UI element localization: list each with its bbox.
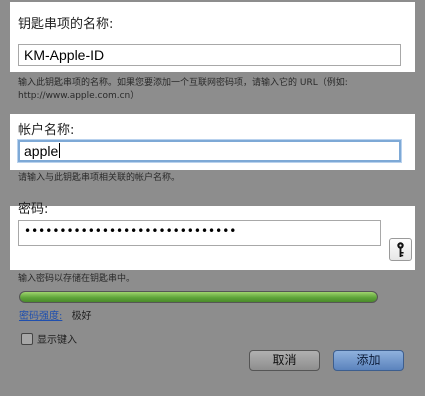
key-icon (397, 242, 404, 257)
password-assistant-button[interactable] (389, 238, 412, 261)
password-strength-link[interactable]: 密码强度: (19, 311, 62, 322)
text-caret (59, 143, 61, 158)
item-name-field[interactable]: KM-Apple-ID (18, 44, 401, 66)
password-strength-fill (20, 292, 377, 302)
password-strength-row: 密码强度: 极好 (19, 307, 92, 322)
add-button[interactable]: 添加 (333, 350, 404, 371)
item-name-help-1: 输入此钥匙串项的名称。如果您要添加一个互联网密码项，请输入它的 URL（例如: (18, 78, 348, 88)
password-strength-value: 极好 (71, 311, 92, 322)
password-masked-value: •••••••••••••••••••••••••••••• (24, 224, 237, 238)
account-name-label: 帐户名称: (18, 123, 75, 138)
password-field[interactable]: •••••••••••••••••••••••••••••• (18, 220, 381, 246)
account-name-field[interactable]: apple (18, 140, 401, 162)
show-typing-checkbox[interactable] (21, 333, 33, 345)
item-name-help-2: http://www.apple.com.cn） (18, 91, 140, 101)
account-name-value: apple (24, 143, 59, 159)
account-name-help: 请输入与此钥匙串项相关联的帐户名称。 (18, 173, 181, 183)
item-name-value: KM-Apple-ID (24, 47, 105, 63)
item-name-label: 钥匙串项的名称: (18, 17, 114, 32)
cancel-button[interactable]: 取消 (249, 350, 320, 371)
password-strength-meter (19, 291, 378, 303)
password-label: 密码: (18, 202, 49, 217)
password-help: 输入密码以存储在钥匙串中。 (18, 274, 136, 284)
show-typing-label: 显示键入 (37, 335, 77, 346)
